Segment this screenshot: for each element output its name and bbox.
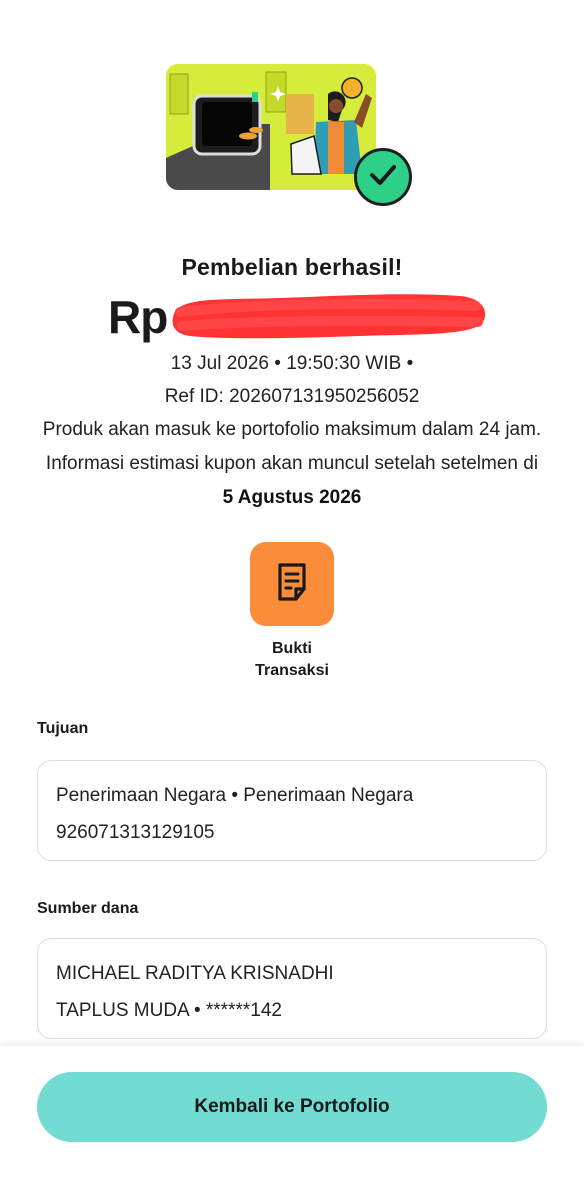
purchase-success-illustration (166, 64, 416, 212)
transaction-ref-id: Ref ID: 20260713195025605​2 (164, 386, 420, 407)
check-icon (369, 164, 397, 191)
redacted-amount-scribble (172, 294, 486, 339)
destination-label: Tujuan (37, 720, 89, 737)
destination-number: 926071313129105 (56, 822, 215, 843)
settlement-info: Produk akan masuk ke portofolio maksimum… (40, 413, 544, 515)
success-title: Pembelian berhasil! (181, 254, 403, 280)
source-card: MICHAEL RADITYA KRISNADHI TAPLUS MUDA • … (37, 938, 547, 1039)
receipt-label-line2: Transaksi (255, 662, 329, 679)
amount-currency: Rp (108, 291, 168, 343)
receipt-label-line1: Bukti (272, 640, 312, 657)
source-account-name: MICHAEL RADITYA KRISNADHI (56, 963, 334, 984)
destination-card: Penerimaan Negara • Penerimaan Negara 92… (37, 760, 547, 861)
investor-illustration-graphic (166, 64, 376, 190)
receipt-button[interactable] (250, 542, 334, 626)
settlement-info-text: Produk akan masuk ke portofolio maksimum… (42, 419, 542, 474)
destination-name: Penerimaan Negara • Penerimaan Negara (56, 785, 414, 806)
document-icon (275, 562, 309, 607)
illustration-card (166, 64, 376, 190)
settlement-date: 5 Agustus 2026 (222, 487, 362, 508)
source-label: Sumber dana (37, 900, 139, 917)
purchase-success-screen: Pembelian berhasil! Rp 13 Jul 2026 • 19:… (0, 0, 584, 1200)
success-badge (354, 148, 412, 206)
source-account-number: TAPLUS MUDA • ******142 (56, 1000, 282, 1021)
back-to-portfolio-button[interactable]: Kembali ke Portofolio (37, 1072, 547, 1142)
receipt-label[interactable]: Bukti Transaksi (220, 638, 364, 682)
transaction-datetime: 13 Jul 2026 • 19:50:30 WIB • (170, 353, 414, 374)
